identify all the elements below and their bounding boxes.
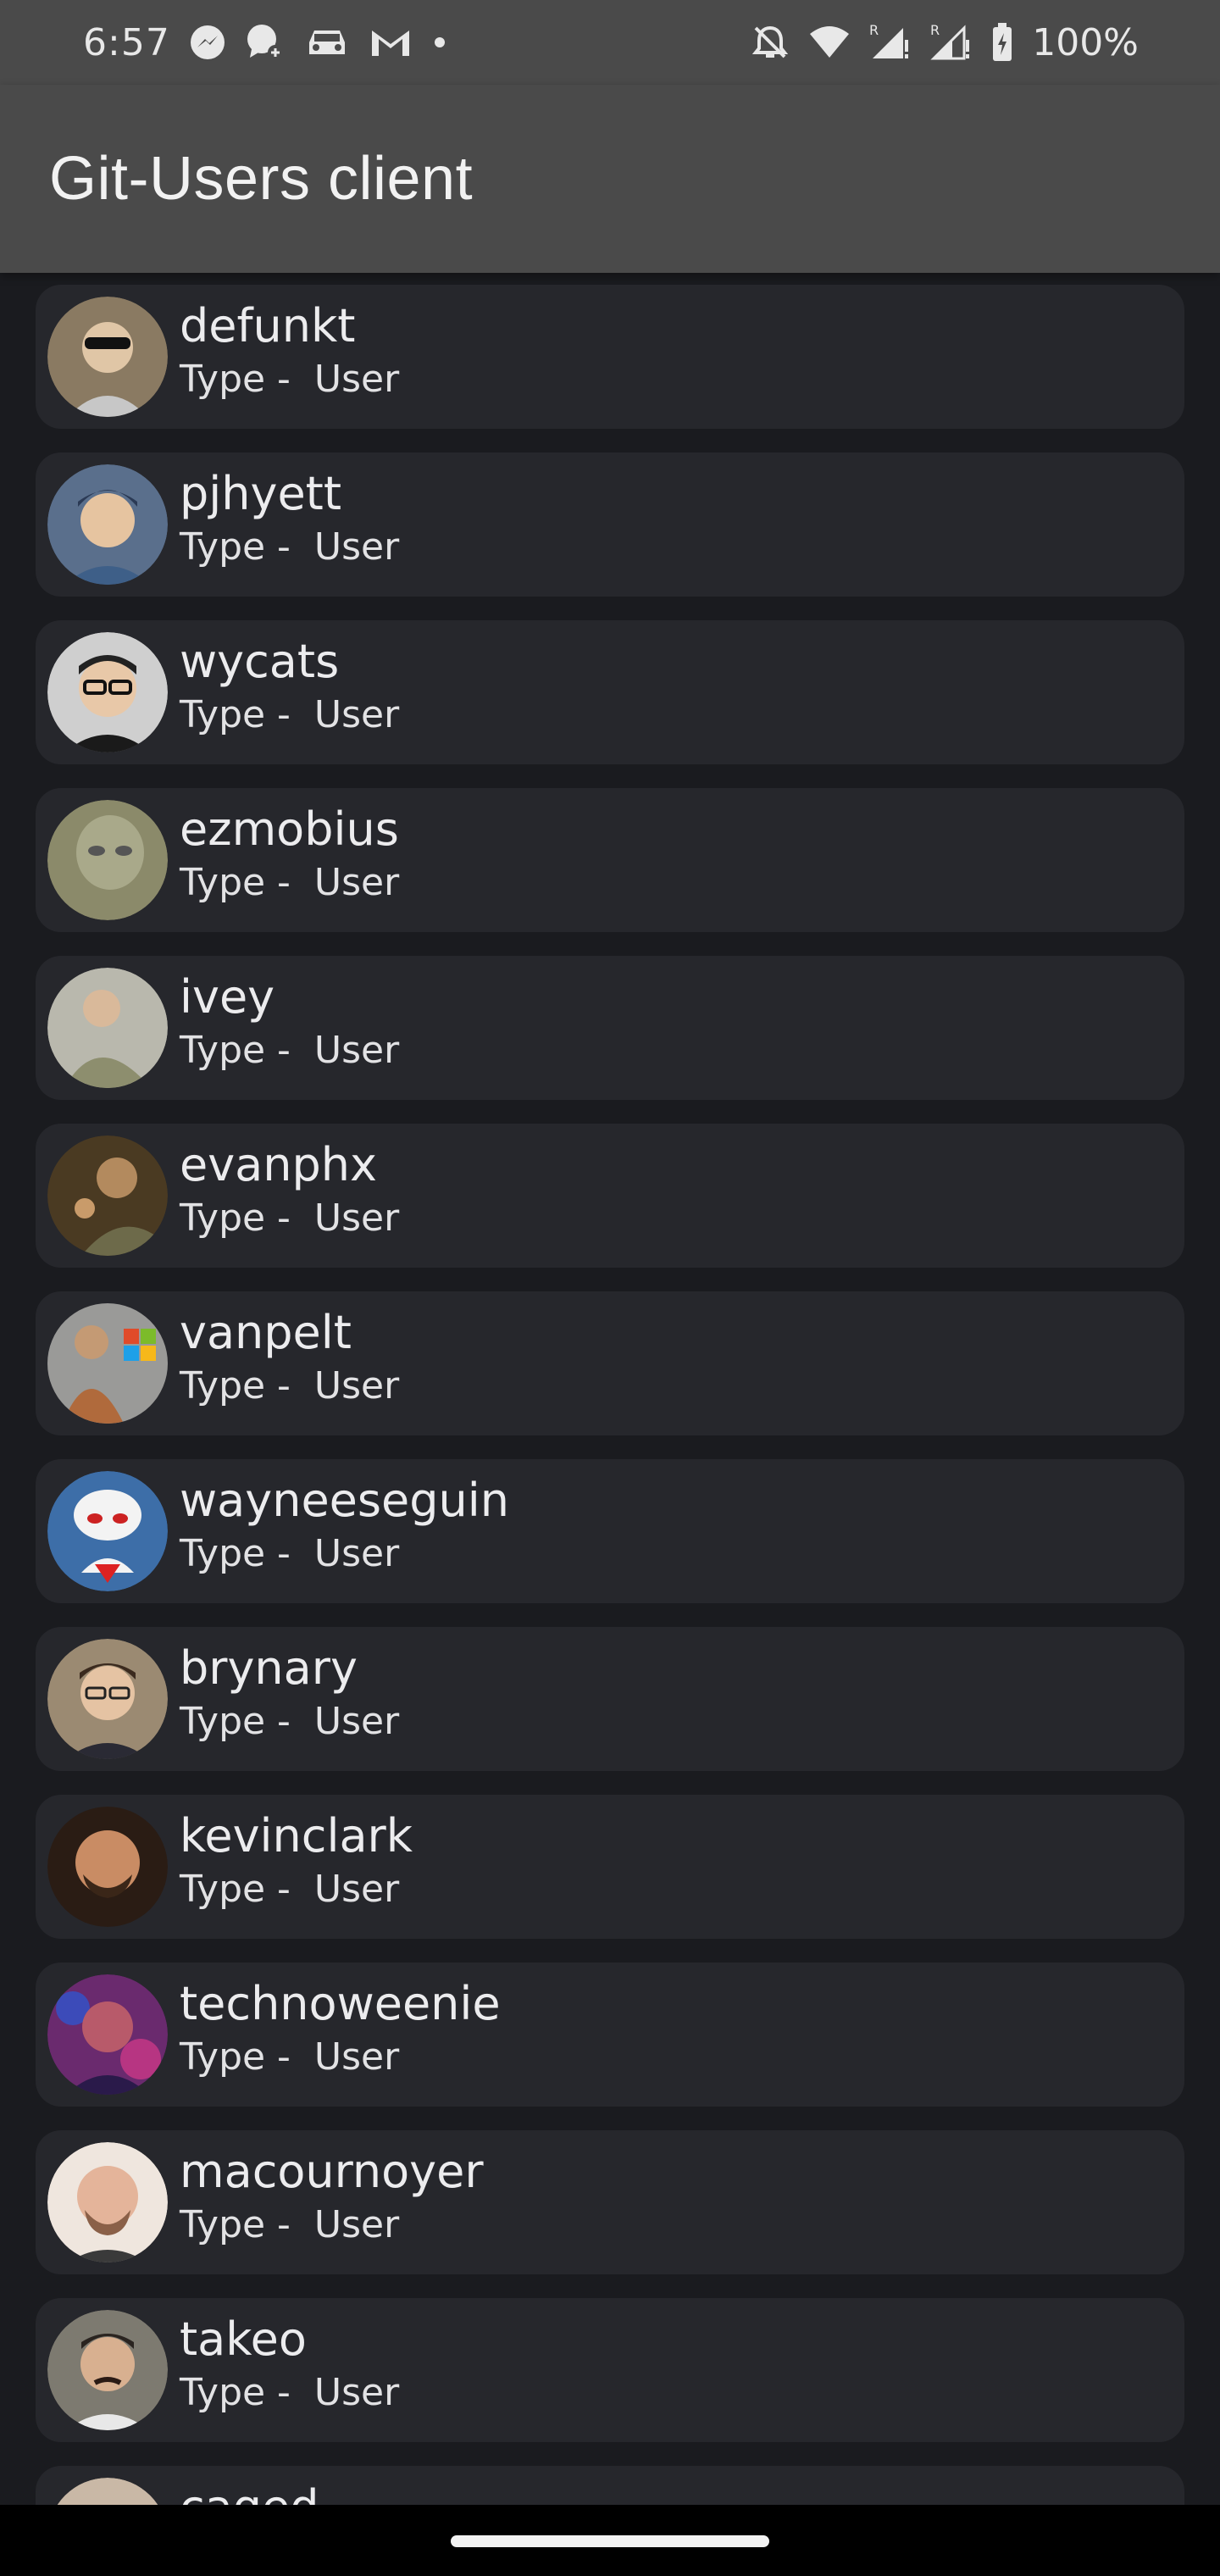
user-card[interactable]: technoweenie Type - User xyxy=(36,1963,1184,2107)
user-card[interactable]: kevinclark Type - User xyxy=(36,1795,1184,1939)
user-type: Type - User xyxy=(180,2035,400,2079)
user-type: Type - User xyxy=(180,358,400,402)
user-type: Type - User xyxy=(180,1868,400,1912)
avatar xyxy=(47,968,168,1088)
user-name: technoweenie xyxy=(180,1977,501,2030)
user-card[interactable]: wycats Type - User xyxy=(36,620,1184,764)
user-name: evanphx xyxy=(180,1138,377,1191)
avatar xyxy=(47,1135,168,1256)
avatar xyxy=(47,1639,168,1759)
signal-r-icon: R xyxy=(869,22,912,63)
user-name: macournoyer xyxy=(180,2145,484,2198)
user-type: Type - User xyxy=(180,525,400,569)
user-card[interactable]: cagedType - User xyxy=(36,2466,1184,2505)
user-name: kevinclark xyxy=(180,1809,413,1863)
user-card[interactable]: defunkt Type - User xyxy=(36,285,1184,429)
user-card[interactable]: vanpelt Type - User xyxy=(36,1291,1184,1435)
user-card[interactable]: macournoyer Type - User xyxy=(36,2130,1184,2274)
user-name: pjhyett xyxy=(180,467,342,520)
user-name: takeo xyxy=(180,2312,307,2366)
user-list[interactable]: defunkt Type - User pjhyett Type - User wy… xyxy=(0,285,1220,2505)
status-bar: 6:57 R R 100% xyxy=(0,0,1220,85)
svg-text:R: R xyxy=(930,23,940,38)
user-card[interactable]: pjhyett Type - User xyxy=(36,452,1184,597)
chat-bubble-icon xyxy=(245,22,286,63)
user-name: ivey xyxy=(180,970,275,1024)
avatar xyxy=(47,2310,168,2430)
wifi-icon xyxy=(808,22,851,63)
avatar xyxy=(47,2478,168,2505)
avatar xyxy=(47,1303,168,1424)
messenger-icon xyxy=(189,22,226,63)
status-left: 6:57 xyxy=(83,21,448,64)
user-name: caged xyxy=(180,2480,399,2505)
user-name: brynary xyxy=(180,1641,358,1695)
user-type: Type - User xyxy=(180,861,400,905)
svg-text:R: R xyxy=(869,23,879,38)
user-card[interactable]: brynary Type - User xyxy=(36,1627,1184,1771)
avatar xyxy=(47,632,168,752)
user-card[interactable]: ezmobius Type - User xyxy=(36,788,1184,932)
user-name: ezmobius xyxy=(180,802,399,856)
user-type: Type - User xyxy=(180,1700,400,1744)
user-card[interactable]: ivey Type - User xyxy=(36,956,1184,1100)
battery-percent: 100% xyxy=(1032,20,1139,64)
user-card[interactable]: takeo Type - User xyxy=(36,2298,1184,2442)
avatar xyxy=(47,800,168,920)
user-type: Type - User xyxy=(180,1532,400,1576)
user-type: Type - User xyxy=(180,693,400,737)
user-name: wayneeseguin xyxy=(180,1474,509,1527)
battery-icon xyxy=(991,22,1013,63)
app-title: Git-Users client xyxy=(49,145,474,213)
user-type: Type - User xyxy=(180,2203,400,2247)
avatar xyxy=(47,1807,168,1927)
car-icon xyxy=(304,22,350,63)
user-type: Type - User xyxy=(180,1029,400,1073)
user-type: Type - User xyxy=(180,2371,400,2415)
avatar xyxy=(47,464,168,585)
signal-r2-icon: R xyxy=(930,22,973,63)
gmail-icon xyxy=(369,22,413,63)
navigation-bar xyxy=(0,2505,1220,2576)
avatar xyxy=(47,1974,168,2095)
user-name: vanpelt xyxy=(180,1306,352,1359)
avatar xyxy=(47,1471,168,1591)
user-type: Type - User xyxy=(180,1364,400,1408)
app-bar: Git-Users client xyxy=(0,85,1220,273)
avatar xyxy=(47,297,168,417)
user-card[interactable]: evanphx Type - User xyxy=(36,1124,1184,1268)
user-card[interactable]: wayneeseguin Type - User xyxy=(36,1459,1184,1603)
user-name: defunkt xyxy=(180,299,356,353)
avatar xyxy=(47,2142,168,2262)
status-right: R R 100% xyxy=(751,21,1139,64)
status-time: 6:57 xyxy=(83,20,170,64)
user-type: Type - User xyxy=(180,1196,400,1241)
dot-icon xyxy=(431,22,448,63)
user-name: wycats xyxy=(180,635,340,688)
home-gesture-handle[interactable] xyxy=(451,2535,769,2547)
do-not-disturb-icon xyxy=(751,22,790,63)
